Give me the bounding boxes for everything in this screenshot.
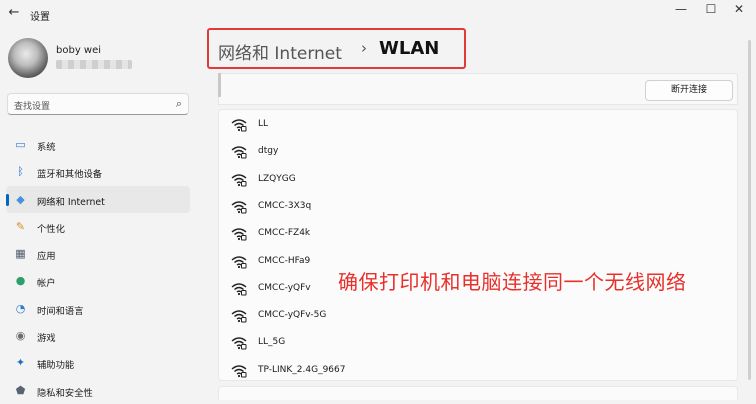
sidebar-item-1[interactable]: ᛒ 蓝牙和其他设备 xyxy=(6,158,190,185)
search-icon: ⌕ xyxy=(175,97,182,110)
sidebar-nav: ▭ 系统 ᛒ 蓝牙和其他设备 ◆ 网络和 Internet ✎ 个性化 ▦ 应用 ● 帐户 ◔ 时间和语言… xyxy=(6,131,190,404)
maximize-button[interactable]: ☐ xyxy=(698,2,724,16)
disconnect-button[interactable]: 断开连接 xyxy=(645,80,733,101)
network-name: dtgy xyxy=(258,146,279,157)
network-list-item[interactable]: CMCC-yQFv-5G xyxy=(219,302,737,329)
shield-icon: ⬟ xyxy=(15,383,26,397)
network-list-item[interactable]: LL xyxy=(219,111,737,138)
wifi-secured-icon xyxy=(231,308,247,323)
sidebar-item-label: 游戏 xyxy=(37,333,56,345)
wifi-secured-icon xyxy=(231,335,247,350)
sidebar-item-3[interactable]: ✎ 个性化 xyxy=(6,213,190,240)
network-name: LL xyxy=(258,119,269,129)
wifi-secured-icon xyxy=(231,144,247,159)
sidebar-item-label: 时间和语言 xyxy=(37,305,84,317)
arrow-left-icon: ← xyxy=(8,5,20,20)
network-list: LL dtgy LZQYGG CMCC-3X3q CMCC-FZ4k CMCC-HFa9 C… xyxy=(218,109,738,381)
close-button[interactable]: ✕ xyxy=(726,2,752,16)
network-list-item[interactable]: LZQYGG xyxy=(219,166,737,193)
sidebar-item-label: 辅助功能 xyxy=(37,360,75,372)
card-accent xyxy=(218,73,221,97)
wifi-secured-icon xyxy=(231,172,247,187)
sidebar-item-2[interactable]: ◆ 网络和 Internet xyxy=(6,185,190,213)
wifi-secured-icon xyxy=(231,226,247,241)
sidebar-item-6[interactable]: ◔ 时间和语言 xyxy=(6,295,190,322)
accessibility-icon: ✦ xyxy=(15,356,26,370)
user-email-redacted xyxy=(56,60,132,69)
sidebar-item-4[interactable]: ▦ 应用 xyxy=(6,240,190,267)
network-list-item[interactable]: LL_5G xyxy=(219,329,737,356)
network-list-item[interactable]: CMCC-FZ4k xyxy=(219,220,737,247)
network-name: CMCC-FZ4k xyxy=(258,228,311,239)
sidebar-item-label: 系统 xyxy=(37,142,56,153)
sidebar-item-8[interactable]: ✦ 辅助功能 xyxy=(6,349,190,376)
minimize-button[interactable]: — xyxy=(668,2,694,16)
monitor-icon: ▭ xyxy=(15,138,26,151)
sidebar-item-label: 个性化 xyxy=(37,223,65,235)
apps-icon: ▦ xyxy=(15,247,26,261)
sidebar-item-label: 网络和 Internet xyxy=(37,196,105,208)
network-list-item[interactable]: TP-LINK_2.4G_9667 xyxy=(219,357,737,384)
sidebar-item-0[interactable]: ▭ 系统 xyxy=(6,131,190,158)
title-bar: ← 设置 — ☐ ✕ xyxy=(0,0,756,28)
back-button[interactable]: ← xyxy=(6,5,22,21)
search-input[interactable]: 查找设置 ⌕ xyxy=(7,93,189,115)
globe-clock-icon: ◔ xyxy=(15,301,26,315)
sidebar-item-label: 隐私和安全性 xyxy=(37,387,93,399)
wifi-secured-icon xyxy=(231,363,247,378)
network-list-next-section xyxy=(218,386,738,400)
search-placeholder: 查找设置 xyxy=(14,102,51,112)
breadcrumb: 网络和 Internet › WLAN xyxy=(207,28,466,69)
network-name: CMCC-HFa9 xyxy=(258,255,311,266)
scrollbar[interactable] xyxy=(748,40,751,380)
avatar[interactable] xyxy=(8,38,48,78)
app-title: 设置 xyxy=(30,12,50,23)
network-name: LL_5G xyxy=(258,337,286,348)
wifi-secured-icon xyxy=(231,199,247,214)
sidebar-item-label: 帐户 xyxy=(37,278,56,290)
network-name: CMCC-yQFv xyxy=(258,282,311,293)
breadcrumb-parent[interactable]: 网络和 Internet xyxy=(218,39,342,64)
gamepad-icon: ◉ xyxy=(15,329,26,343)
network-list-item[interactable]: dtgy xyxy=(219,138,737,165)
network-list-item[interactable]: CMCC-3X3q xyxy=(219,193,737,220)
chevron-right-icon: › xyxy=(361,39,367,57)
sidebar-item-5[interactable]: ● 帐户 xyxy=(6,267,190,294)
brush-icon: ✎ xyxy=(15,219,26,233)
sidebar-item-label: 蓝牙和其他设备 xyxy=(37,169,103,181)
wifi-secured-icon xyxy=(231,254,247,268)
page-title: WLAN xyxy=(379,38,440,59)
network-name: CMCC-3X3q xyxy=(258,200,312,211)
person-icon: ● xyxy=(15,274,26,288)
annotation-text: 确保打印机和电脑连接同一个无线网络 xyxy=(338,270,687,294)
wifi-secured-icon xyxy=(231,117,247,132)
network-name: TP-LINK_2.4G_9667 xyxy=(258,364,346,375)
wifi-diamond-icon: ◆ xyxy=(16,192,25,206)
sidebar-item-label: 应用 xyxy=(37,251,56,263)
network-name: CMCC-yQFv-5G xyxy=(258,310,327,321)
user-name: boby wei xyxy=(56,45,102,56)
network-name: LZQYGG xyxy=(258,173,296,184)
sidebar-item-7[interactable]: ◉ 游戏 xyxy=(6,322,190,349)
bluetooth-icon: ᛒ xyxy=(17,165,24,179)
wifi-secured-icon xyxy=(231,281,247,296)
